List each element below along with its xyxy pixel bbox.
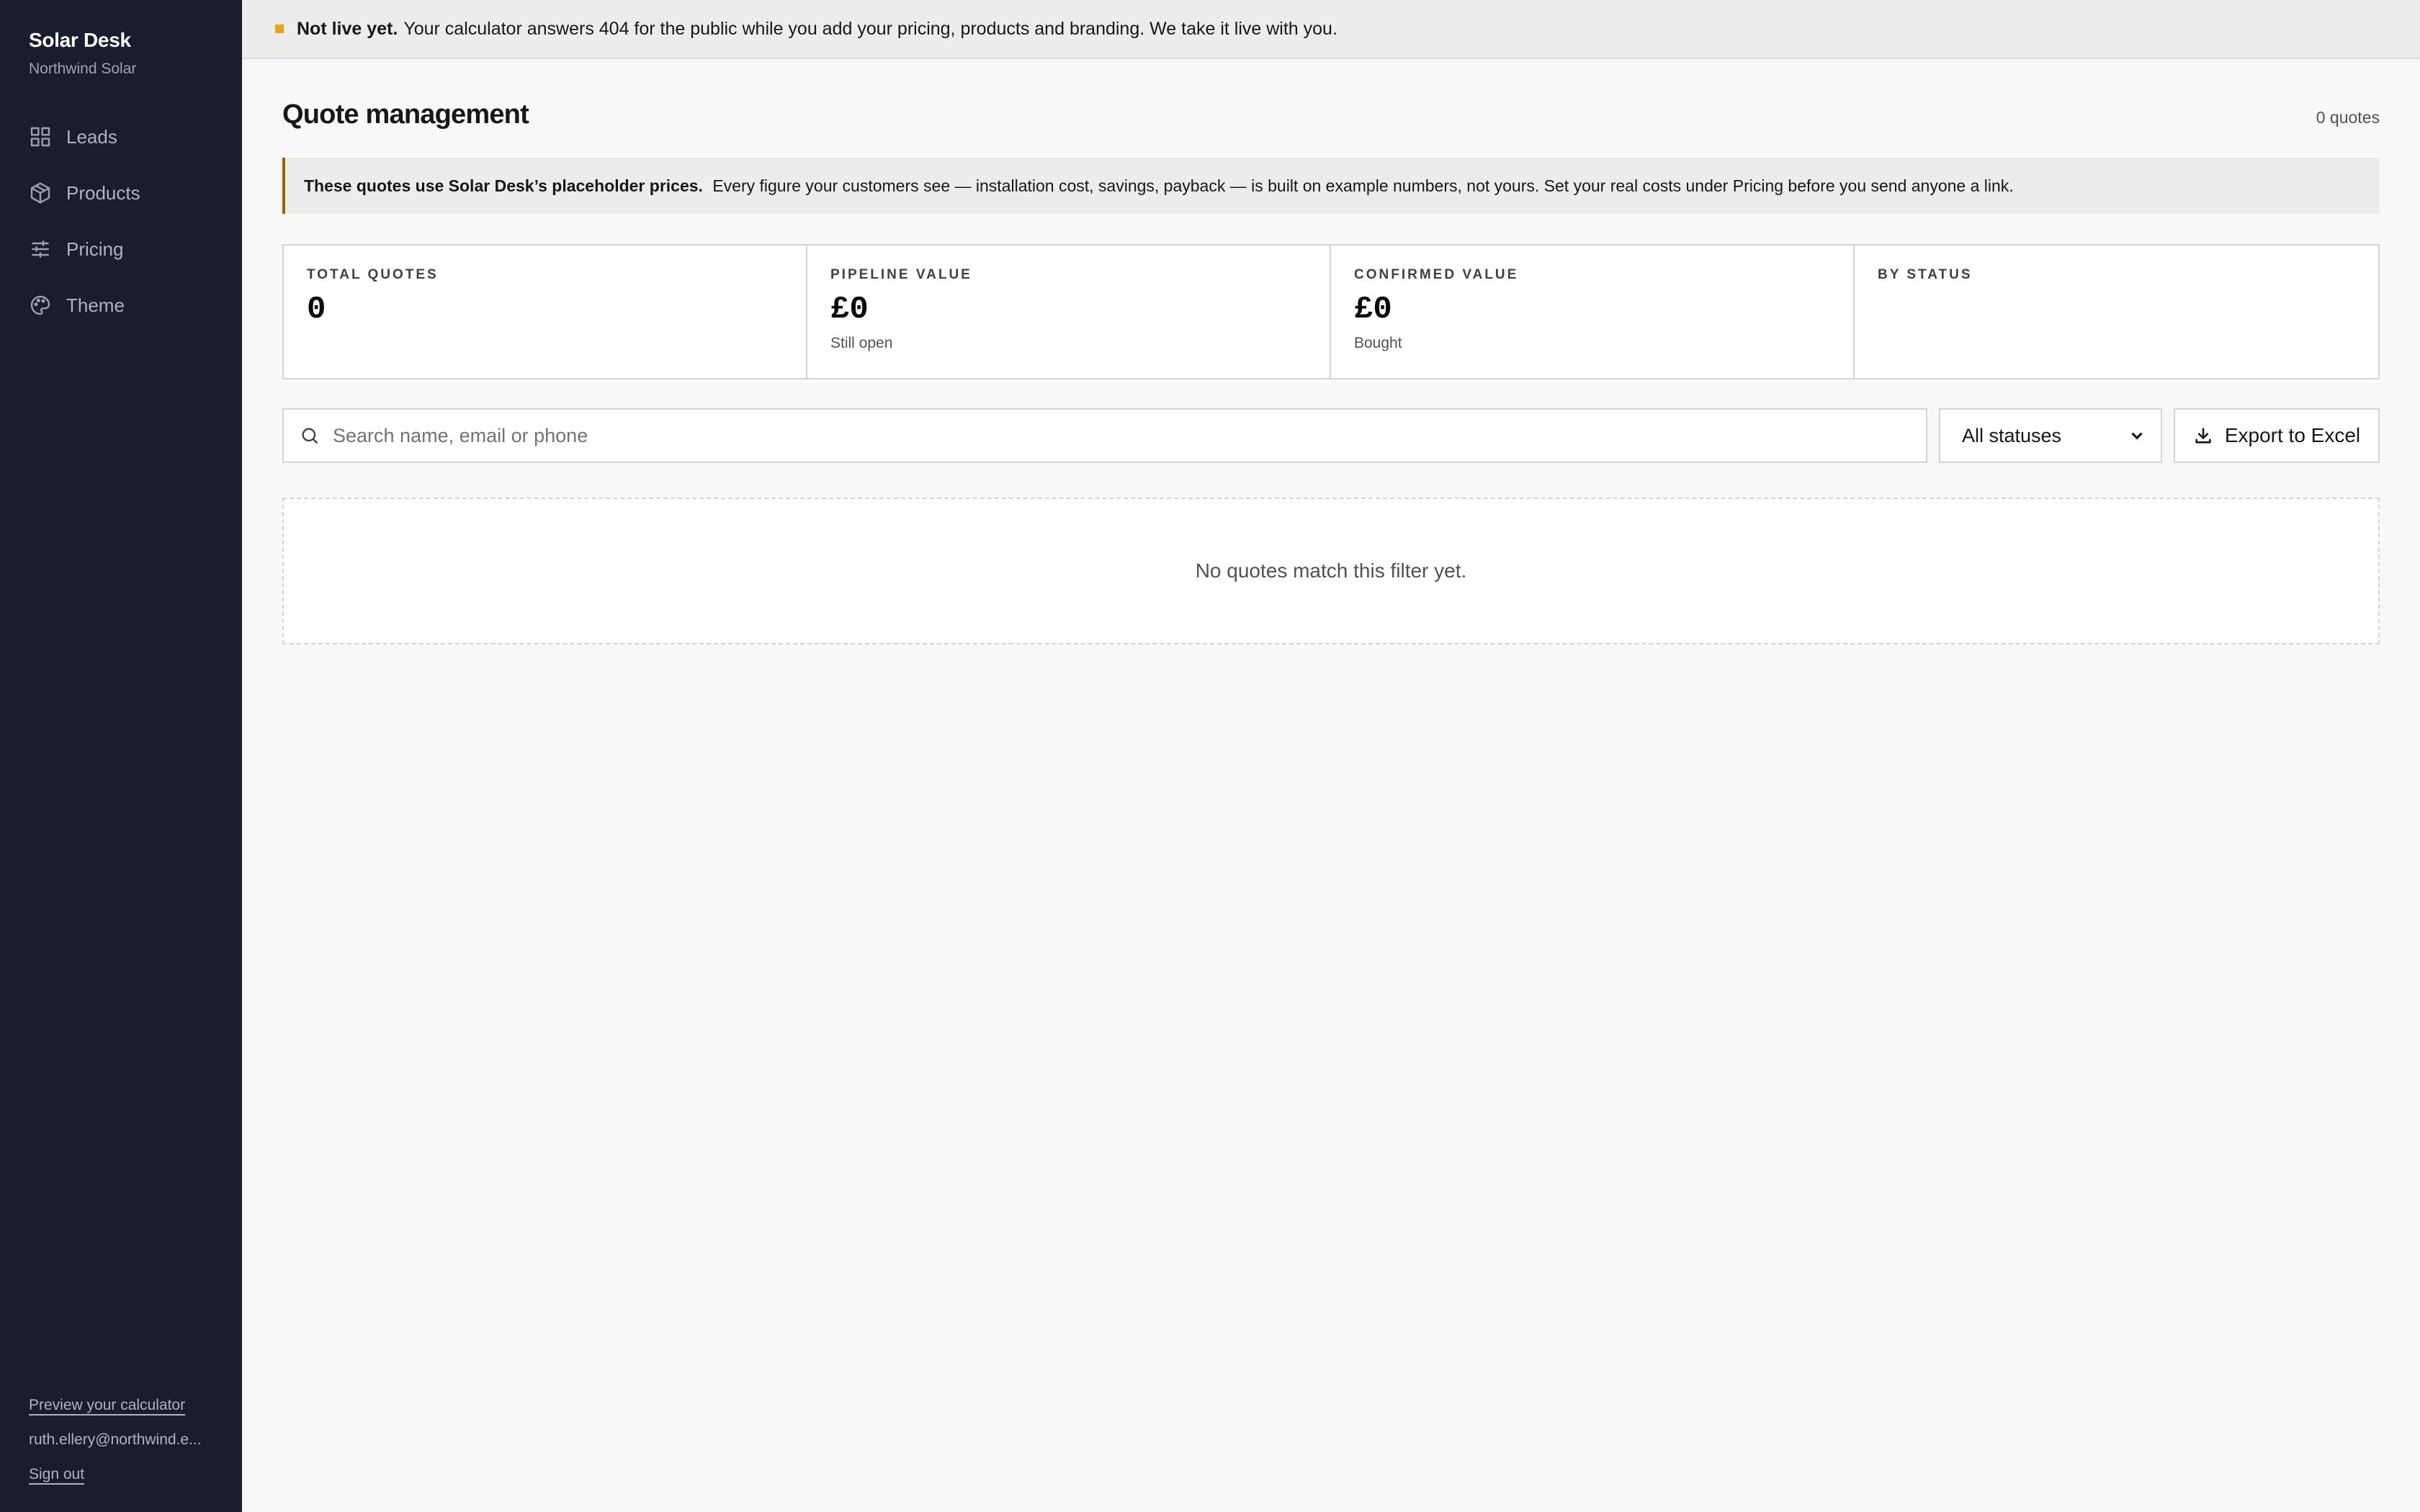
content: Quote management 0 quotes These quotes u… — [242, 59, 2420, 644]
stat-total-quotes: TOTAL QUOTES 0 — [284, 246, 807, 378]
grid-icon — [30, 127, 50, 147]
sidebar-footer: Preview your calculator ruth.ellery@nort… — [29, 1397, 213, 1483]
stats-panel: TOTAL QUOTES 0 PIPELINE VALUE £0 Still o… — [282, 244, 2380, 379]
sidebar-item-products[interactable]: Products — [29, 174, 213, 212]
stat-sub: Still open — [830, 335, 893, 351]
export-to-excel-button[interactable]: Export to Excel — [2174, 408, 2380, 463]
sidebar-item-pricing[interactable]: Pricing — [29, 230, 213, 268]
stat-confirmed-value: CONFIRMED VALUE £0 Bought — [1331, 246, 1855, 378]
not-live-banner: Not live yet. Your calculator answers 40… — [242, 0, 2420, 59]
banner-bold-text: Not live yet. — [297, 18, 398, 39]
org-name: Northwind Solar — [29, 60, 137, 77]
notice-text: Every figure your customers see — instal… — [712, 176, 2014, 195]
user-email: ruth.ellery@northwind.e... — [29, 1431, 202, 1448]
app-root: Solar Desk Northwind Solar Leads Product… — [0, 0, 2420, 1512]
stat-label: BY STATUS — [1878, 267, 1973, 282]
sidebar: Solar Desk Northwind Solar Leads Product… — [0, 0, 242, 1512]
filter-bar: All statuses Export to Excel — [282, 408, 2380, 463]
preview-calculator-link[interactable]: Preview your calculator — [29, 1397, 213, 1414]
status-filter-select[interactable]: All statuses — [1939, 408, 2162, 463]
stat-by-status: BY STATUS — [1855, 246, 2378, 378]
sign-out-link[interactable]: Sign out — [29, 1466, 213, 1483]
chevron-down-icon — [2131, 432, 2143, 440]
palette-icon — [30, 295, 50, 315]
sliders-icon — [32, 240, 49, 258]
sidebar-item-label: Pricing — [66, 238, 124, 260]
stat-value: 0 — [307, 292, 326, 328]
brand-name: Solar Desk — [29, 29, 131, 51]
stat-label: CONFIRMED VALUE — [1354, 267, 1519, 282]
sidebar-item-label: Theme — [66, 294, 125, 316]
stat-sub: Bought — [1354, 335, 1402, 351]
download-icon — [2195, 428, 2211, 444]
sidebar-nav: Leads Products Pricing Theme — [29, 118, 213, 324]
empty-state-message: No quotes match this filter yet. — [1195, 559, 1467, 582]
export-button-label: Export to Excel — [2224, 424, 2361, 446]
sidebar-item-label: Products — [66, 181, 140, 204]
sidebar-item-theme[interactable]: Theme — [29, 287, 213, 324]
sidebar-item-label: Leads — [66, 125, 117, 148]
banner-text: Your calculator answers 404 for the publ… — [403, 18, 1337, 39]
stat-value: £0 — [1354, 292, 1392, 328]
box-icon — [30, 182, 50, 204]
stat-label: TOTAL QUOTES — [307, 267, 439, 282]
quote-count: 0 quotes — [2316, 108, 2380, 127]
status-dot-icon — [275, 24, 284, 33]
stat-label: PIPELINE VALUE — [830, 267, 972, 282]
search-box — [282, 408, 1927, 463]
search-input[interactable] — [333, 424, 1910, 447]
sidebar-top: Solar Desk Northwind Solar Leads Product… — [29, 29, 213, 324]
search-icon — [302, 428, 318, 444]
page-title: Quote management — [282, 99, 529, 130]
stat-value: £0 — [830, 292, 869, 328]
title-row: Quote management 0 quotes — [282, 99, 2380, 130]
sidebar-item-leads[interactable]: Leads — [29, 118, 213, 156]
placeholder-prices-notice: These quotes use Solar Desk’s placeholde… — [282, 158, 2380, 214]
main-area: Not live yet. Your calculator answers 40… — [242, 0, 2420, 1512]
stat-pipeline-value: PIPELINE VALUE £0 Still open — [807, 246, 1331, 378]
notice-bold-text: These quotes use Solar Desk’s placeholde… — [304, 176, 703, 195]
status-filter-value: All statuses — [1962, 424, 2062, 446]
empty-state: No quotes match this filter yet. — [282, 498, 2380, 644]
